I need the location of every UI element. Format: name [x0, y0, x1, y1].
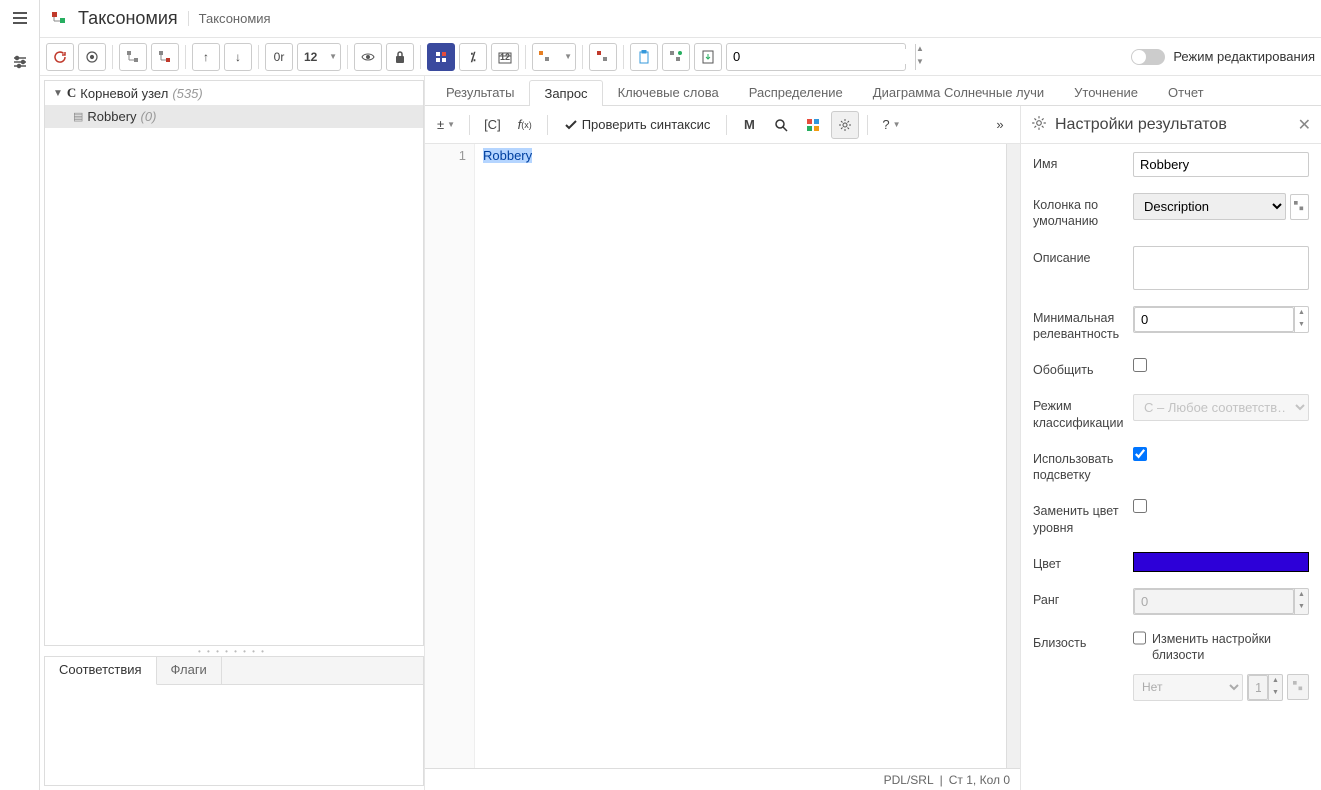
tree-add-button[interactable] [119, 43, 147, 71]
check-generalize[interactable] [1133, 358, 1147, 372]
tab-results[interactable]: Результаты [431, 79, 529, 105]
label-replacecolor: Заменить цвет уровня [1033, 499, 1123, 536]
document-icon: ▤ [73, 110, 83, 123]
clipboard-button[interactable] [630, 43, 658, 71]
collapse-icon[interactable]: ▼ [53, 88, 63, 99]
matches-panel [45, 685, 423, 785]
code-text-area[interactable]: Robbery [475, 144, 1006, 768]
tab-keywords[interactable]: Ключевые слова [603, 79, 734, 105]
tab-flags[interactable]: Флаги [157, 657, 222, 684]
select-defcol[interactable]: Description [1133, 193, 1286, 220]
calendar-button[interactable]: 12 [491, 43, 519, 71]
menu-icon[interactable] [8, 6, 32, 30]
check-replacecolor[interactable] [1133, 499, 1147, 513]
spin-down[interactable]: ▼ [916, 57, 924, 70]
select-classmode: C – Любое соответств… [1133, 394, 1309, 421]
label-generalize: Обобщить [1033, 358, 1123, 378]
label-defcol: Колонка по умолчанию [1033, 193, 1123, 230]
toolbar-number-field[interactable] [727, 49, 915, 64]
tab-report[interactable]: Отчет [1153, 79, 1219, 105]
check-highlight[interactable] [1133, 447, 1147, 461]
grid-color-button[interactable] [799, 111, 827, 139]
help-button[interactable]: ?▼ [876, 111, 906, 139]
tab-distribution[interactable]: Распределение [734, 79, 858, 105]
label-desc: Описание [1033, 246, 1123, 266]
breadcrumb: Таксономия [188, 11, 271, 26]
defcol-tree-button[interactable] [1290, 194, 1309, 220]
color-swatch[interactable] [1133, 552, 1309, 572]
lock-button[interactable] [386, 43, 414, 71]
label-proximity: Близость [1033, 631, 1123, 651]
input-minrel[interactable] [1134, 307, 1294, 332]
refresh-button[interactable] [46, 43, 74, 71]
gear-button[interactable] [831, 111, 859, 139]
tree-remove-button[interactable] [151, 43, 179, 71]
gear-icon [1031, 115, 1047, 134]
target-button[interactable] [78, 43, 106, 71]
textarea-desc[interactable] [1133, 246, 1309, 290]
tree-root-node[interactable]: ▼ C Корневой узел (535) [45, 81, 423, 105]
arrow-down-button[interactable]: ↓ [224, 43, 252, 71]
eye-button[interactable] [354, 43, 382, 71]
number-dropdown[interactable]: 12▼ [297, 43, 341, 71]
input-prox-num [1248, 675, 1268, 700]
status-position: Ст 1, Кол 0 [949, 773, 1010, 787]
input-rank [1134, 589, 1294, 614]
grid-active-button[interactable] [427, 43, 455, 71]
tab-matches[interactable]: Соответствия [45, 657, 157, 685]
taxonomy-tree[interactable]: ▼ C Корневой узел (535) ▤ Robbery (0) [44, 80, 424, 646]
check-proximity[interactable] [1133, 631, 1146, 645]
check-syntax-button[interactable]: Проверить синтаксис [556, 117, 719, 132]
m-button[interactable]: M [735, 111, 763, 139]
edit-mode-toggle[interactable] [1131, 49, 1165, 65]
status-lang: PDL/SRL [884, 773, 934, 787]
import-button[interactable] [694, 43, 722, 71]
expand-button[interactable]: » [986, 111, 1014, 139]
toolbar-number-input[interactable]: ▲▼ [726, 43, 906, 71]
horizontal-splitter[interactable]: • • • • • • • • [40, 646, 424, 656]
label-rank: Ранг [1033, 588, 1123, 608]
tab-sunburst[interactable]: Диаграмма Солнечные лучи [858, 79, 1059, 105]
input-name[interactable] [1133, 152, 1309, 177]
vertical-scrollbar[interactable] [1006, 144, 1020, 768]
label-minrel: Минимальная релевантность [1033, 306, 1123, 343]
close-icon[interactable]: ✕ [1298, 115, 1311, 135]
c-bracket-button[interactable]: [C] [478, 111, 507, 139]
zoom-button[interactable] [767, 111, 795, 139]
sliders-icon[interactable] [8, 50, 32, 74]
label-color: Цвет [1033, 552, 1123, 572]
select-proximity: Нет [1133, 674, 1243, 701]
label-name: Имя [1033, 152, 1123, 172]
category-icon: C [67, 85, 76, 101]
or-button[interactable]: 0r [265, 43, 293, 71]
spin-up[interactable]: ▲ [916, 44, 924, 57]
tab-refine[interactable]: Уточнение [1059, 79, 1153, 105]
tab-query[interactable]: Запрос [529, 80, 602, 106]
prox-tree-button [1287, 674, 1309, 700]
props-title: Настройки результатов [1055, 116, 1290, 134]
fx-button[interactable]: f(x) [511, 111, 539, 139]
arrow-up-button[interactable]: ↑ [192, 43, 220, 71]
label-prox-change: Изменить настройки близости [1152, 631, 1309, 664]
tree3-button[interactable] [662, 43, 690, 71]
code-gutter: 1 [425, 144, 475, 768]
app-title: Таксономия [78, 8, 178, 29]
tree-child-node[interactable]: ▤ Robbery (0) [45, 105, 423, 128]
edit-mode-label: Режим редактирования [1173, 49, 1315, 64]
plusminus-button[interactable]: ±▼ [431, 111, 461, 139]
tree2-button[interactable] [589, 43, 617, 71]
taxonomy-app-icon [50, 10, 68, 28]
percent-button[interactable]: ⁒ [459, 43, 487, 71]
label-highlight: Использовать подсветку [1033, 447, 1123, 484]
tree1-dropdown[interactable]: ▼ [532, 43, 576, 71]
label-classmode: Режим классификации [1033, 394, 1123, 431]
